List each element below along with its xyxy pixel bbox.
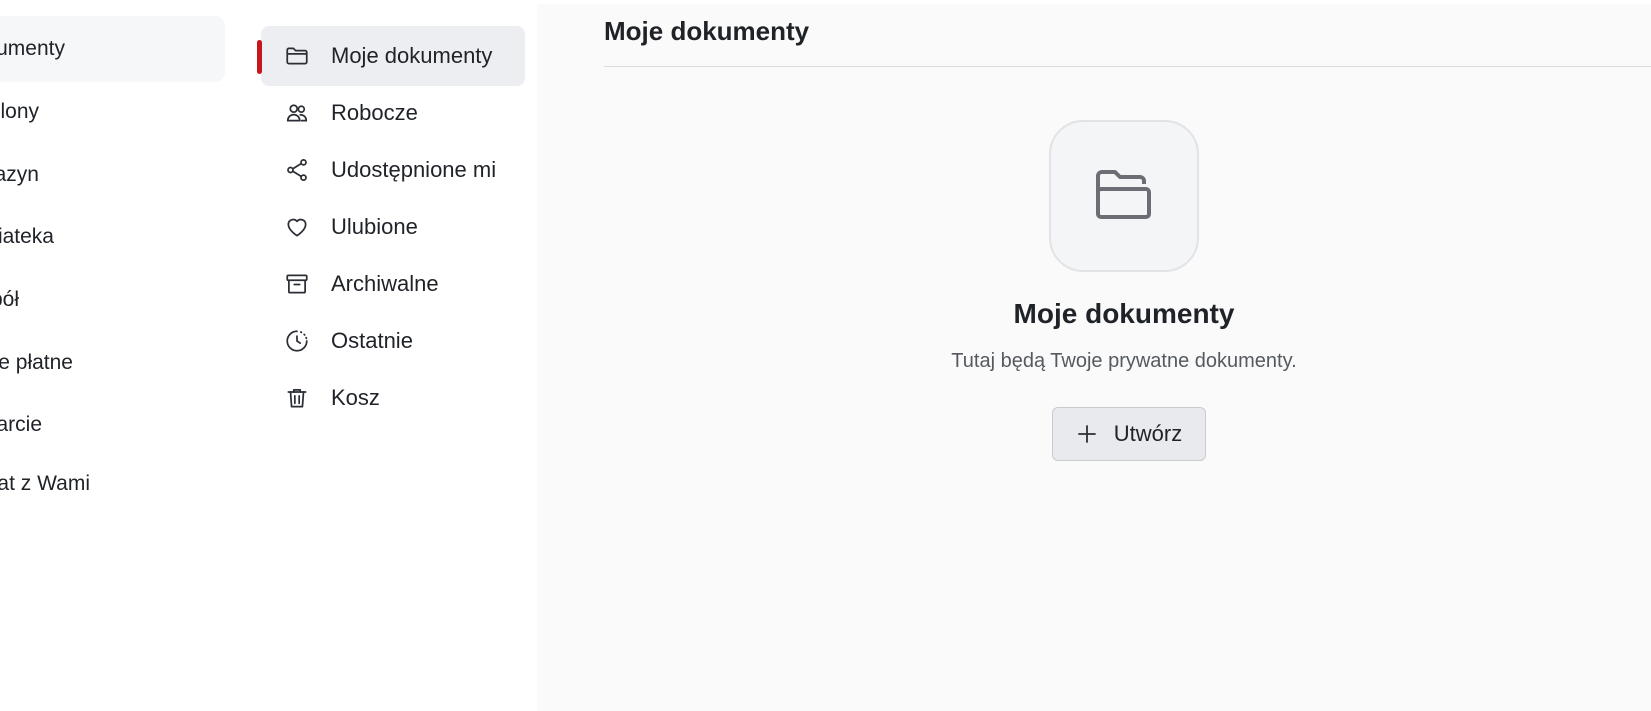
main-nav-item-szablony[interactable]: ablony [0,79,225,145]
archive-icon [283,270,311,298]
empty-state-description: Tutaj będą Twoje prywatne dokumenty. [951,350,1297,372]
main-nav-item-label: cje płatne [0,351,73,374]
main-nav-item-lat-z-wami[interactable]: 0 lat z Wami [0,451,225,517]
main-nav-item-label: gazyn [0,163,39,186]
main-nav-item-zespol[interactable]: spół [0,267,225,333]
documents-nav-item-label: Kosz [331,385,380,410]
main-nav-item-label: ablony [0,100,39,123]
documents-nav-item-label: Udostępnione mi [331,157,497,182]
documents-nav-item-robocze[interactable]: Robocze [261,83,525,143]
documents-nav-item-ulubione[interactable]: Ulubione [261,197,525,257]
main-nav-item-magazyn[interactable]: gazyn [0,142,225,208]
users-icon [283,99,311,127]
main-nav-item-dokumenty[interactable]: kumenty [0,16,225,82]
main-nav-item-label: parcie [0,413,42,436]
documents-nav-item-kosz[interactable]: Kosz [261,368,525,428]
create-button[interactable]: Utwórz [1052,407,1206,461]
main-nav-item-label: ediateka [0,225,54,248]
empty-state-illustration [1049,120,1199,272]
main-nav-item-label: kumenty [0,37,65,60]
documents-nav-item-label: Robocze [331,100,418,125]
documents-nav-item-label: Ostatnie [331,328,413,353]
main-nav-item-label: spół [0,288,19,311]
clock-icon [283,327,311,355]
main-nav-item-label: 0 lat z Wami [0,472,90,495]
documents-nav-item-label: Ulubione [331,214,418,239]
folder-icon [283,42,311,70]
app: kumenty ablony gazyn ediateka spół cje p… [0,0,1651,711]
main-nav-item-wsparcie[interactable]: parcie [0,392,225,458]
documents-nav-item-ostatnie[interactable]: Ostatnie [261,311,525,371]
heart-icon [283,213,311,241]
content-area: Moje dokumenty Moje dokumenty Tutaj będą… [537,4,1651,711]
plus-icon [1076,423,1098,445]
empty-state-title: Moje dokumenty [1013,298,1235,329]
folder-open-icon [1092,166,1156,227]
main-nav-item-funkcje-platne[interactable]: cje płatne [0,330,225,396]
main-nav-item-mediateka[interactable]: ediateka [0,204,225,270]
documents-nav: Moje dokumenty Robocze Udostępnione mi U… [237,4,537,711]
documents-nav-item-archiwalne[interactable]: Archiwalne [261,254,525,314]
create-button-label: Utwórz [1113,421,1183,446]
documents-nav-item-moje-dokumenty[interactable]: Moje dokumenty [257,26,525,86]
documents-nav-item-label: Archiwalne [331,271,439,296]
documents-nav-item-udostepnione[interactable]: Udostępnione mi [261,140,525,200]
page-title: Moje dokumenty [604,16,810,46]
main-nav: kumenty ablony gazyn ediateka spół cje p… [0,4,238,711]
trash-icon [283,384,311,412]
active-indicator [257,40,262,74]
documents-nav-item-label: Moje dokumenty [331,43,493,68]
title-divider [604,66,1651,67]
share-icon [283,156,311,184]
